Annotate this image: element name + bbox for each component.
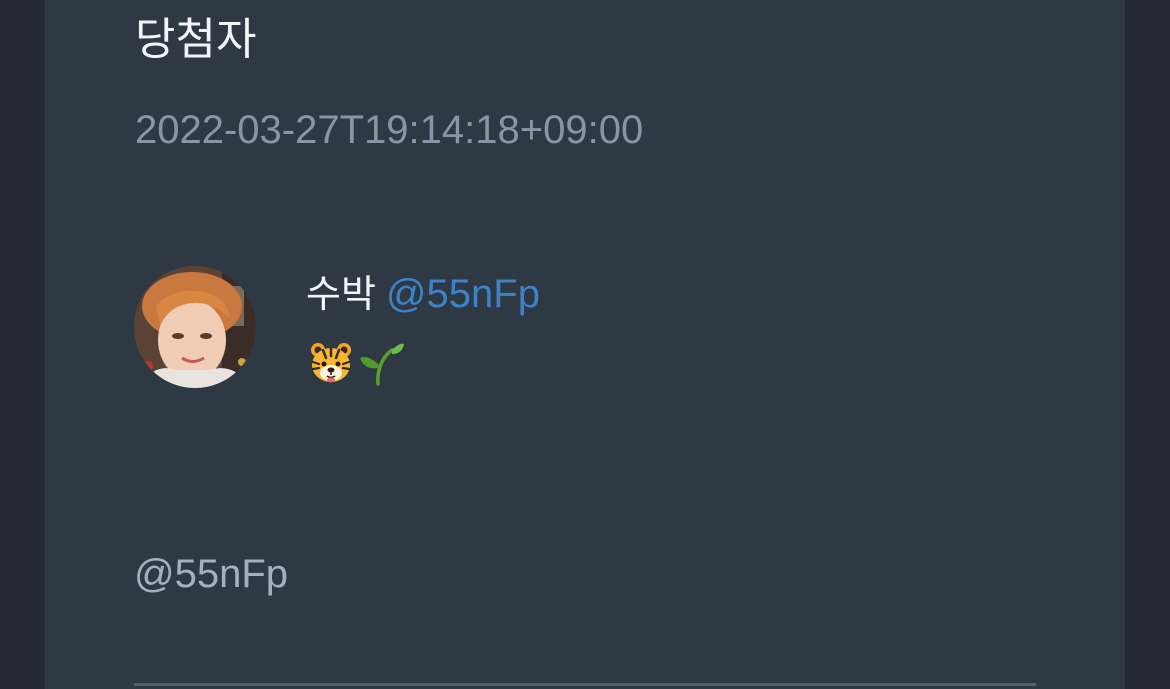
tiger-face-icon — [308, 340, 354, 386]
post-timestamp: 2022-03-27T19:14:18+09:00 — [135, 108, 644, 152]
avatar[interactable] — [134, 266, 256, 388]
mention-link[interactable]: @55nFp — [134, 550, 288, 598]
user-bio — [308, 340, 404, 386]
display-name[interactable]: 수박 — [306, 272, 376, 316]
post-title: 당첨자 — [135, 14, 257, 65]
divider — [134, 683, 1036, 686]
seedling-icon — [358, 340, 404, 386]
user-line: 수박 @55nFp — [306, 270, 540, 318]
avatar-photo — [134, 266, 256, 388]
user-handle-link[interactable]: @55nFp — [386, 272, 540, 316]
